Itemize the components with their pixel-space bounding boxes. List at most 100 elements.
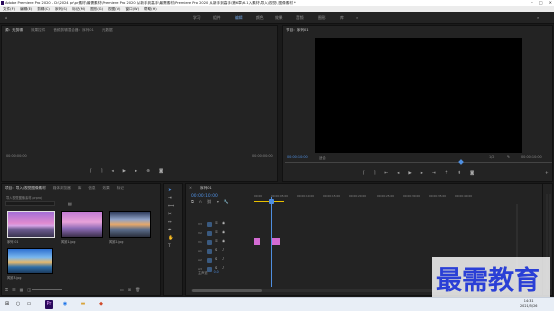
- workspace-audio[interactable]: 音频: [296, 15, 304, 21]
- workspace-more-icon[interactable]: »: [356, 15, 358, 20]
- mic-icon[interactable]: ♪: [222, 248, 224, 252]
- camera-icon[interactable]: ◙: [470, 171, 474, 176]
- video-clip[interactable]: [272, 238, 280, 245]
- workspace-graphics[interactable]: 图形: [318, 15, 326, 21]
- browser-icon[interactable]: ◉: [61, 300, 69, 309]
- track-select-tool-icon[interactable]: ⇥: [168, 196, 174, 201]
- thumbnail-landscape2[interactable]: [109, 211, 151, 238]
- program-scrubber[interactable]: [285, 162, 552, 163]
- play-icon[interactable]: ▶: [408, 171, 411, 176]
- lock-icon[interactable]: ⚿: [5, 287, 8, 292]
- insert-icon[interactable]: ⊕: [146, 169, 150, 174]
- tab-media-browser[interactable]: 媒体浏览器: [53, 184, 71, 192]
- nest-icon[interactable]: ⧉: [191, 199, 194, 204]
- freeform-view-icon[interactable]: ◫: [27, 287, 31, 292]
- lift-icon[interactable]: ⇡: [445, 171, 449, 176]
- mark-in-icon[interactable]: ⌈: [90, 169, 92, 174]
- workspace-effects[interactable]: 效果: [275, 15, 283, 21]
- scrollbar-thumb[interactable]: [192, 289, 262, 292]
- tab-libraries[interactable]: 库: [78, 184, 82, 192]
- tab-audio-clip-mixer[interactable]: 音频剪辑混合器：序列01: [53, 26, 94, 34]
- folder-icon[interactable]: ▬: [79, 300, 87, 309]
- search-icon[interactable]: ⌕: [537, 15, 539, 20]
- go-to-out-icon[interactable]: ⇥: [432, 171, 436, 176]
- workspace-editing[interactable]: 编辑: [235, 15, 243, 21]
- ripple-edit-tool-icon[interactable]: ⟺: [168, 204, 174, 209]
- extract-icon[interactable]: ⇞: [457, 171, 461, 176]
- tab-program[interactable]: 节目：序列01: [286, 26, 309, 34]
- solo-button[interactable]: S: [215, 257, 217, 261]
- project-search-input[interactable]: [5, 201, 55, 206]
- slip-tool-icon[interactable]: ↔: [168, 220, 174, 225]
- add-marker-icon[interactable]: ▾: [217, 199, 219, 204]
- thumbnail-landscape3[interactable]: [7, 248, 53, 274]
- new-bin-icon[interactable]: ▭: [120, 287, 124, 292]
- tab-markers[interactable]: 标记: [117, 184, 124, 192]
- playhead-handle[interactable]: [269, 199, 274, 204]
- mic-icon[interactable]: ♪: [222, 266, 224, 270]
- snap-icon[interactable]: ∩: [199, 199, 202, 204]
- program-resolution-dropdown[interactable]: 1/2: [489, 155, 494, 159]
- razor-tool-icon[interactable]: ✂: [168, 212, 174, 217]
- close-tab-icon[interactable]: ✕: [189, 184, 192, 192]
- trash-icon[interactable]: 🗑: [135, 287, 140, 292]
- type-tool-icon[interactable]: T: [168, 244, 174, 249]
- new-item-icon[interactable]: ⊞: [128, 287, 131, 292]
- home-icon[interactable]: ⌂: [5, 15, 7, 20]
- linked-selection-icon[interactable]: ⛓: [207, 199, 212, 204]
- master-volume[interactable]: 0.0: [214, 270, 219, 275]
- solo-button[interactable]: S: [215, 248, 217, 252]
- lock-icon[interactable]: ⚿: [215, 239, 218, 243]
- video-clip[interactable]: [254, 238, 260, 245]
- lock-icon[interactable]: ⚿: [215, 221, 218, 225]
- workspace-learning[interactable]: 学习: [193, 15, 201, 21]
- mute-button[interactable]: [207, 258, 212, 263]
- thumbnail-landscape1[interactable]: [61, 211, 103, 238]
- program-fit-dropdown[interactable]: 适合: [319, 155, 326, 160]
- selection-tool-icon[interactable]: ➤: [168, 188, 174, 193]
- tab-source[interactable]: 源：无剪辑: [5, 26, 23, 34]
- lock-icon[interactable]: ⚿: [215, 230, 218, 234]
- mark-out-icon[interactable]: ⌉: [374, 171, 376, 176]
- toggle-track-output-icon[interactable]: [207, 231, 212, 236]
- task-view-icon[interactable]: ▭: [25, 300, 33, 309]
- time-ruler[interactable]: 00:00 00:00:05:00 00:00:10:00 00:00:15:0…: [254, 194, 539, 202]
- eye-icon[interactable]: ◉: [222, 230, 225, 234]
- program-playhead[interactable]: [458, 159, 464, 165]
- workspace-assembly[interactable]: 组件: [213, 15, 221, 21]
- step-forward-icon[interactable]: ▸: [135, 169, 137, 174]
- zoom-slider[interactable]: [32, 289, 62, 290]
- premiere-app-icon[interactable]: Pr: [45, 300, 53, 309]
- workspace-libraries[interactable]: 库: [340, 15, 344, 21]
- hand-tool-icon[interactable]: ✋: [168, 236, 174, 241]
- step-back-icon[interactable]: ◂: [111, 169, 113, 174]
- add-button-icon[interactable]: +: [545, 171, 549, 176]
- step-forward-icon[interactable]: ▸: [421, 171, 423, 176]
- tab-project[interactable]: 项目：导入/视觉图像素材: [5, 184, 46, 192]
- mute-button[interactable]: [207, 249, 212, 254]
- settings-icon[interactable]: 🔧: [224, 199, 229, 204]
- tab-effects[interactable]: 效果: [103, 184, 110, 192]
- bin-icon[interactable]: ▤: [68, 201, 72, 206]
- wrench-icon[interactable]: ✎: [507, 155, 510, 159]
- system-clock[interactable]: 14:31 2021/5/26: [520, 299, 537, 309]
- search-icon[interactable]: ○: [14, 300, 22, 309]
- tab-info[interactable]: 信息: [88, 184, 95, 192]
- eye-icon[interactable]: ◉: [222, 221, 225, 225]
- icon-view-icon[interactable]: ▦: [20, 287, 24, 292]
- camera-icon[interactable]: ◙: [159, 169, 163, 174]
- list-view-icon[interactable]: ☰: [12, 287, 16, 292]
- workspace-color[interactable]: 颜色: [256, 15, 264, 21]
- toggle-track-output-icon[interactable]: [207, 222, 212, 227]
- mark-in-icon[interactable]: ⌈: [363, 171, 365, 176]
- play-icon[interactable]: ▶: [123, 169, 126, 174]
- program-timecode[interactable]: 00:00:10:00: [287, 155, 308, 159]
- go-to-in-icon[interactable]: ⇤: [384, 171, 388, 176]
- toggle-track-output-icon[interactable]: [207, 240, 212, 245]
- eye-icon[interactable]: ◉: [222, 239, 225, 243]
- start-icon[interactable]: ⊞: [3, 300, 11, 309]
- pen-tool-icon[interactable]: ✒: [168, 228, 174, 233]
- thumbnail-sequence[interactable]: [7, 211, 55, 238]
- step-back-icon[interactable]: ◂: [397, 171, 399, 176]
- tab-metadata[interactable]: 元数据: [102, 26, 113, 34]
